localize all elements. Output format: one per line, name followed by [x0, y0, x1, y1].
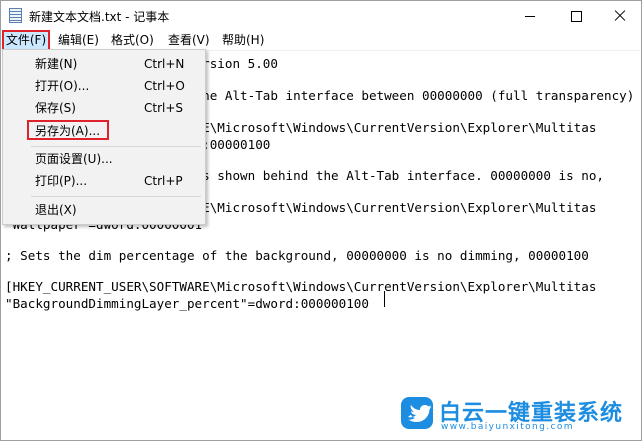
menu-item-label: 新建(N) — [35, 57, 78, 71]
menu-separator — [31, 146, 201, 147]
menu-file[interactable]: 文件(F) — [2, 30, 50, 51]
menu-item-shortcut: Ctrl+S — [144, 101, 184, 115]
maximize-button[interactable] — [553, 1, 599, 31]
notepad-icon — [9, 8, 22, 23]
watermark-logo: 白云一键重装系统 www.baiyunxitong.com — [395, 386, 641, 440]
editor-line: [HKEY_CURRENT_USER\SOFTWARE\Microsoft\Wi… — [5, 279, 597, 294]
menu-item-label: 保存(S) — [35, 101, 76, 115]
maximize-icon — [570, 10, 582, 22]
menu-item-label: 打印(P)... — [35, 174, 88, 188]
menu-help[interactable]: 帮助(H) — [222, 31, 264, 50]
menu-item-label: 页面设置(U)... — [35, 152, 113, 166]
menu-item-shortcut: Ctrl+P — [144, 174, 183, 188]
editor-line: "BackgroundDimmingLayer_percent"=dword:0… — [5, 296, 369, 311]
menu-view[interactable]: 查看(V) — [168, 31, 210, 50]
text-caret — [384, 291, 385, 307]
title-bar[interactable]: 新建文本文档.txt - 记事本 — [1, 1, 641, 31]
notepad-window: 新建文本文档.txt - 记事本 文件(F) 编辑(E) 格式(O) 查看(V)… — [0, 0, 642, 441]
menu-item-page-setup[interactable]: 页面设置(U)... — [3, 148, 205, 170]
menu-format[interactable]: 格式(O) — [111, 31, 154, 50]
menu-item-label: 打开(O)... — [35, 79, 90, 93]
menu-item-print[interactable]: 打印(P)... Ctrl+P — [3, 170, 205, 192]
bird-icon — [408, 405, 432, 422]
menu-edit[interactable]: 编辑(E) — [58, 31, 99, 50]
menu-item-exit[interactable]: 退出(X) — [3, 199, 205, 221]
minimize-button[interactable] — [507, 1, 553, 31]
window-title: 新建文本文档.txt - 记事本 — [29, 10, 170, 24]
menu-item-new[interactable]: 新建(N) Ctrl+N — [3, 53, 205, 75]
close-button[interactable] — [597, 1, 641, 31]
close-icon — [614, 10, 626, 22]
menu-item-save[interactable]: 保存(S) Ctrl+S — [3, 97, 205, 119]
minimize-icon — [525, 15, 535, 17]
menu-item-shortcut: Ctrl+O — [144, 79, 185, 93]
menu-bar: 文件(F) 编辑(E) 格式(O) 查看(V) 帮助(H) — [1, 30, 641, 51]
menu-separator — [31, 196, 201, 197]
watermark-url: www.baiyunxitong.com — [441, 422, 574, 432]
menu-item-shortcut: Ctrl+N — [144, 57, 185, 71]
bird-logo-icon — [401, 397, 433, 429]
menu-item-label: 退出(X) — [35, 203, 77, 217]
editor-line: ; Sets the dim percentage of the backgro… — [5, 248, 597, 263]
save-as-highlight-box — [27, 120, 109, 140]
menu-item-open[interactable]: 打开(O)... Ctrl+O — [3, 75, 205, 97]
